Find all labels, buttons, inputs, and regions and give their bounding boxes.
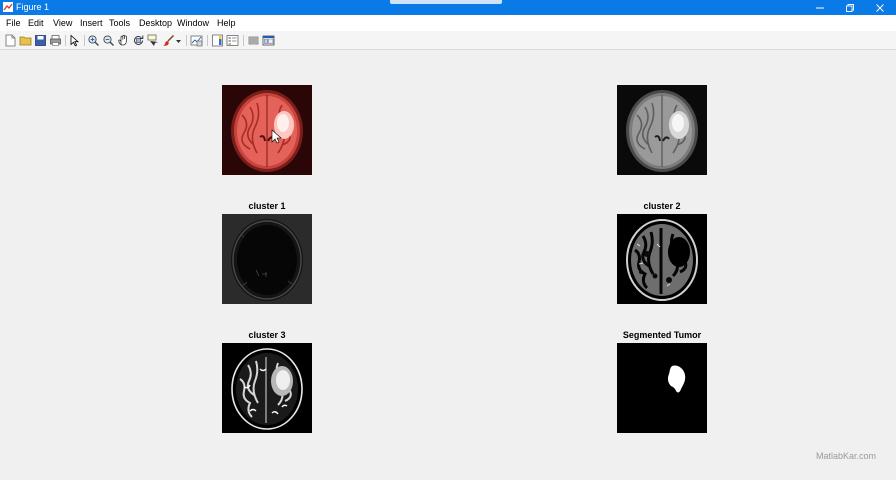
close-icon [876, 3, 884, 12]
cluster-2-image[interactable] [617, 214, 707, 304]
close-button[interactable] [866, 0, 894, 15]
pointer-icon[interactable] [68, 34, 81, 47]
menu-tools[interactable]: Tools [109, 18, 130, 28]
toolbar-separator [243, 35, 244, 46]
menu-view[interactable]: View [53, 18, 72, 28]
menu-help[interactable]: Help [217, 18, 236, 28]
menu-desktop[interactable]: Desktop [139, 18, 172, 28]
matlab-figure-icon [3, 2, 13, 12]
menu-insert[interactable]: Insert [80, 18, 103, 28]
figure-canvas[interactable]: cluster 1 cluster 2 cluster 3 Segmented … [0, 51, 896, 480]
cluster-2-graphic [617, 214, 707, 304]
matlab-figure-window: Figure 1 File Edit View Insert Tools Des… [0, 0, 896, 480]
cluster-3-graphic [222, 343, 312, 433]
axes-title-cluster-2: cluster 2 [643, 201, 681, 211]
grayscale-mri-graphic [617, 85, 707, 175]
menu-edit[interactable]: Edit [28, 18, 44, 28]
original-mri-image[interactable] [222, 85, 312, 175]
axes-title-cluster-3: cluster 3 [248, 330, 286, 340]
original-mri-graphic [222, 85, 312, 175]
menu-file[interactable]: File [6, 18, 21, 28]
zoom-in-icon[interactable] [87, 34, 100, 47]
menu-bar: File Edit View Insert Tools Desktop Wind… [0, 15, 896, 31]
brush-icon[interactable] [162, 34, 175, 47]
toolbar-separator [65, 35, 66, 46]
hide-plot-tools-icon[interactable] [247, 34, 260, 47]
menu-window[interactable]: Window [177, 18, 209, 28]
save-icon[interactable] [34, 34, 47, 47]
window-title: Figure 1 [16, 2, 50, 12]
title-bar[interactable]: Figure 1 [0, 0, 896, 15]
toolbar-separator [84, 35, 85, 46]
show-plot-tools-icon[interactable] [262, 34, 275, 47]
minimize-icon [816, 7, 824, 8]
legend-icon[interactable] [226, 34, 239, 47]
figure-toolbar [0, 31, 896, 50]
minimize-button[interactable] [806, 0, 834, 15]
pan-icon[interactable] [117, 34, 130, 47]
new-figure-icon[interactable] [4, 34, 17, 47]
toolbar-separator [186, 35, 187, 46]
restore-icon [846, 3, 854, 12]
link-plot-icon[interactable] [190, 34, 203, 47]
segmented-tumor-image[interactable] [617, 343, 707, 433]
axes-title-segmented-tumor: Segmented Tumor [622, 330, 702, 340]
toolbar-separator [207, 35, 208, 46]
rotate-3d-icon[interactable] [132, 34, 145, 47]
axes-title-cluster-1: cluster 1 [248, 201, 286, 211]
brush-dropdown-icon[interactable] [175, 34, 182, 47]
open-file-icon[interactable] [19, 34, 32, 47]
window-snap-indicator [390, 0, 502, 4]
print-icon[interactable] [49, 34, 62, 47]
zoom-out-icon[interactable] [102, 34, 115, 47]
cluster-3-image[interactable] [222, 343, 312, 433]
cluster-1-image[interactable] [222, 214, 312, 304]
grayscale-mri-image[interactable] [617, 85, 707, 175]
colorbar-icon[interactable] [211, 34, 224, 47]
restore-button[interactable] [836, 0, 864, 15]
data-cursor-icon[interactable] [147, 34, 160, 47]
watermark-text: MatlabKar.com [816, 451, 877, 461]
cluster-1-graphic [222, 214, 312, 304]
segmented-tumor-graphic [617, 343, 707, 433]
